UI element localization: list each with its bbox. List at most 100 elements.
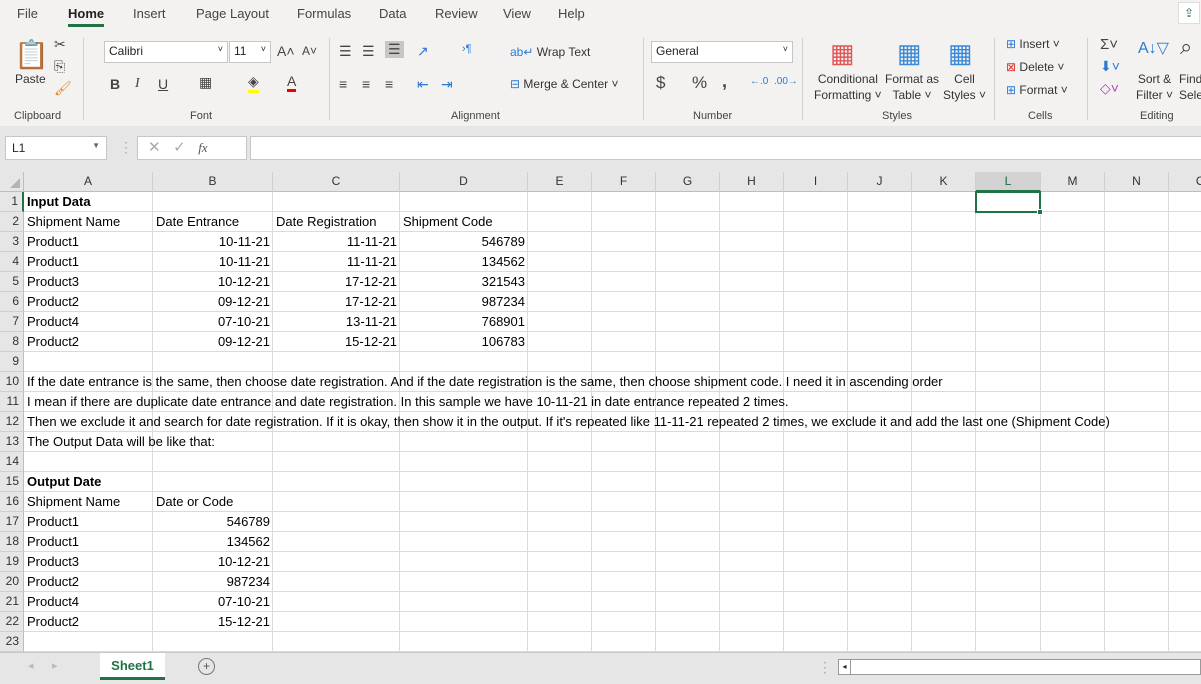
conditional-formatting-button[interactable]: Conditional Formatting ˅ [814, 71, 882, 103]
row-header-17[interactable]: 17 [0, 512, 24, 532]
row-header-5[interactable]: 5 [0, 272, 24, 292]
worksheet-grid[interactable]: A B C D E F G H I J K L M N O 1 2 3 4 5 6 7 8 9 10 11 12 13 14 15 16 17… [0, 172, 1201, 652]
column-header-K[interactable]: K [912, 172, 976, 192]
column-header-E[interactable]: E [528, 172, 592, 192]
cell-B20[interactable]: 987234 [153, 572, 273, 592]
increase-indent-icon[interactable]: ⇥ [441, 76, 453, 93]
cell-A22[interactable]: Product2 [24, 612, 82, 632]
row-header-16[interactable]: 16 [0, 492, 24, 512]
column-header-L[interactable]: L [976, 172, 1041, 192]
percent-button[interactable]: % [692, 73, 707, 93]
cell-A18[interactable]: Product1 [24, 532, 82, 552]
number-format-select[interactable]: General ˅ [651, 41, 793, 63]
cell-C7[interactable]: 13-11-21 [273, 312, 400, 332]
align-top-icon[interactable]: ☰ [339, 43, 352, 60]
align-middle-icon[interactable]: ☰ [362, 43, 375, 60]
cell-A21[interactable]: Product4 [24, 592, 82, 612]
prev-sheet-icon[interactable]: ◂ [28, 659, 34, 672]
enter-icon[interactable]: ✓ [173, 139, 186, 156]
cell-A6[interactable]: Product2 [24, 292, 82, 312]
row-header-15[interactable]: 15 [0, 472, 24, 492]
currency-button[interactable]: $ [656, 73, 665, 93]
column-header-H[interactable]: H [720, 172, 784, 192]
row-header-13[interactable]: 13 [0, 432, 24, 452]
cell-C3[interactable]: 11-11-21 [273, 232, 400, 252]
comma-button[interactable]: , [722, 71, 727, 92]
cell-B22[interactable]: 15-12-21 [153, 612, 273, 632]
align-center-icon[interactable]: ≡ [362, 76, 370, 92]
cell-A17[interactable]: Product1 [24, 512, 82, 532]
cell-D3[interactable]: 546789 [400, 232, 528, 252]
autosum-icon[interactable]: Σ˅ [1100, 36, 1118, 53]
increase-decimal-icon[interactable]: ←.0 [750, 76, 768, 87]
row-header-3[interactable]: 3 [0, 232, 24, 252]
format-cells-button[interactable]: ⊞ Format ˅ [1006, 83, 1068, 97]
row-header-8[interactable]: 8 [0, 332, 24, 352]
column-header-I[interactable]: I [784, 172, 848, 192]
cell-B16[interactable]: Date or Code [153, 492, 236, 512]
cell-C8[interactable]: 15-12-21 [273, 332, 400, 352]
delete-cells-button[interactable]: ⊠ Delete ˅ [1006, 60, 1064, 74]
cell-A13[interactable]: The Output Data will be like that: [24, 432, 218, 452]
wrap-text-button[interactable]: ab↵ Wrap Text [510, 45, 590, 59]
column-header-J[interactable]: J [848, 172, 912, 192]
cut-icon[interactable]: ✂ [54, 36, 66, 53]
row-header-11[interactable]: 11 [0, 392, 24, 412]
bold-button[interactable]: B [110, 76, 120, 92]
tab-help[interactable]: Help [558, 6, 585, 21]
tab-view[interactable]: View [503, 6, 531, 21]
column-header-B[interactable]: B [153, 172, 273, 192]
cell-B2[interactable]: Date Entrance [153, 212, 242, 232]
row-header-7[interactable]: 7 [0, 312, 24, 332]
format-as-table-button[interactable]: Format as Table ˅ [885, 71, 939, 103]
format-painter-icon[interactable]: 🖌 [54, 80, 72, 97]
scroll-left-icon[interactable]: ◂ [839, 660, 851, 674]
row-header-14[interactable]: 14 [0, 452, 24, 472]
cell-A11[interactable]: I mean if there are duplicate date entra… [24, 392, 791, 412]
cell-A5[interactable]: Product3 [24, 272, 82, 292]
cell-A3[interactable]: Product1 [24, 232, 82, 252]
text-direction-icon[interactable]: ›¶ [462, 43, 472, 55]
cell-C6[interactable]: 17-12-21 [273, 292, 400, 312]
cell-A20[interactable]: Product2 [24, 572, 82, 592]
merge-center-button[interactable]: ⊟ Merge & Center ˅ [510, 77, 618, 91]
cell-A16[interactable]: Shipment Name [24, 492, 123, 512]
select-all-button[interactable] [0, 172, 24, 192]
cell-A19[interactable]: Product3 [24, 552, 82, 572]
increase-font-icon[interactable]: A˄ [277, 43, 295, 59]
row-header-2[interactable]: 2 [0, 212, 24, 232]
row-header-9[interactable]: 9 [0, 352, 24, 372]
cell-A2[interactable]: Shipment Name [24, 212, 123, 232]
row-header-1[interactable]: 1 [0, 192, 24, 212]
cell-B7[interactable]: 07-10-21 [153, 312, 273, 332]
cell-B17[interactable]: 546789 [153, 512, 273, 532]
row-header-10[interactable]: 10 [0, 372, 24, 392]
row-header-19[interactable]: 19 [0, 552, 24, 572]
row-header-21[interactable]: 21 [0, 592, 24, 612]
cell-B4[interactable]: 10-11-21 [153, 252, 273, 272]
sheet-tab-sheet1[interactable]: Sheet1 [100, 653, 165, 680]
cell-A7[interactable]: Product4 [24, 312, 82, 332]
cell-D7[interactable]: 768901 [400, 312, 528, 332]
font-color-icon[interactable]: A [287, 73, 297, 92]
fill-handle[interactable] [1037, 209, 1043, 215]
tab-file[interactable]: File [17, 6, 38, 21]
cell-C4[interactable]: 11-11-21 [273, 252, 400, 272]
row-header-20[interactable]: 20 [0, 572, 24, 592]
align-bottom-icon[interactable]: ☰ [385, 41, 404, 58]
cell-C2[interactable]: Date Registration [273, 212, 379, 232]
add-sheet-button[interactable]: + [198, 658, 215, 675]
align-right-icon[interactable]: ≡ [385, 76, 393, 92]
cell-B8[interactable]: 09-12-21 [153, 332, 273, 352]
fill-icon[interactable]: ⬇˅ [1100, 58, 1120, 75]
column-header-G[interactable]: G [656, 172, 720, 192]
decrease-font-icon[interactable]: A˅ [302, 44, 317, 58]
column-header-A[interactable]: A [24, 172, 153, 192]
cell-B18[interactable]: 134562 [153, 532, 273, 552]
font-name-select[interactable]: Calibri ˅ [104, 41, 228, 63]
cell-D6[interactable]: 987234 [400, 292, 528, 312]
cell-A1[interactable]: Input Data [24, 192, 94, 212]
cancel-icon[interactable]: ✕ [148, 139, 161, 156]
cell-A4[interactable]: Product1 [24, 252, 82, 272]
cell-styles-button[interactable]: Cell Styles ˅ [943, 71, 986, 103]
